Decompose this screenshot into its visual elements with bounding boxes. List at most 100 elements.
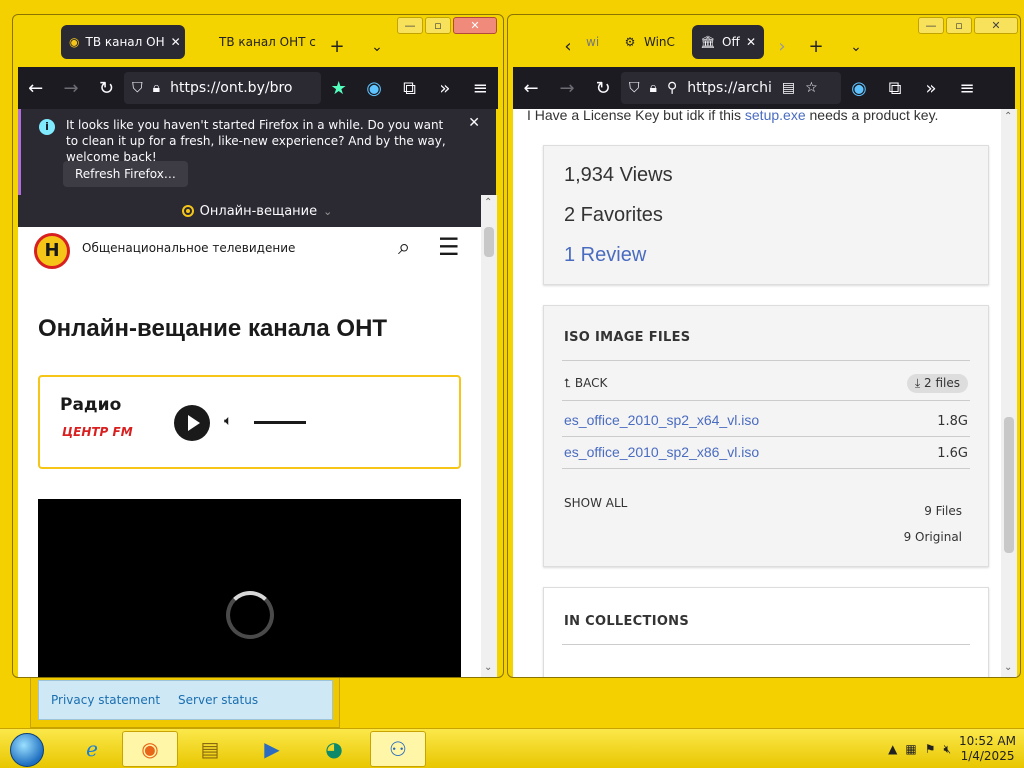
original-files-link[interactable]: 9 Original xyxy=(904,530,962,544)
extensions-icon[interactable]: ⧉ xyxy=(392,78,427,99)
file-explorer-icon[interactable]: ▤ xyxy=(182,731,238,767)
tab-scroll-right-icon[interactable]: › xyxy=(770,37,794,57)
tab-label: ТВ канал ОН xyxy=(85,35,165,49)
extensions-icon[interactable]: ⧉ xyxy=(877,78,913,99)
firefox-icon[interactable]: ◉ xyxy=(122,731,178,767)
overflow-chevron-icon[interactable]: » xyxy=(913,78,949,99)
start-button[interactable] xyxy=(2,730,52,768)
tab-list-chevron-icon[interactable]: ⌄ xyxy=(365,37,389,57)
url-bar[interactable]: ⛉ 🔒︎ ⚲ https://archi ▤ ☆ xyxy=(621,72,841,104)
forward-icon[interactable]: → xyxy=(53,78,88,99)
privacy-statement-link[interactable]: Privacy statement xyxy=(51,693,160,707)
account-icon[interactable]: ◉ xyxy=(356,78,391,99)
file-link-x64[interactable]: es_office_2010_sp2_x64_vl.iso xyxy=(564,412,759,428)
divider xyxy=(562,436,970,437)
background-footer: Privacy statement Server status xyxy=(38,680,333,720)
bookmark-star-icon[interactable]: ★ xyxy=(321,78,356,99)
new-tab-icon[interactable]: + xyxy=(325,37,349,57)
left-scrollbar[interactable]: ⌃ ⌄ xyxy=(481,195,497,677)
shield-icon[interactable]: ⛉ xyxy=(629,80,640,96)
scroll-down-icon[interactable]: ⌄ xyxy=(1004,662,1012,673)
reload-icon[interactable]: ↻ xyxy=(585,78,621,99)
internet-explorer-icon[interactable]: ℯ xyxy=(64,731,120,767)
reload-icon[interactable]: ↻ xyxy=(89,78,124,99)
files-badge[interactable]: ⤓ 2 files xyxy=(906,374,968,393)
video-player[interactable] xyxy=(38,499,461,677)
server-status-link[interactable]: Server status xyxy=(178,693,258,707)
media-player-icon[interactable]: ▶ xyxy=(244,731,300,767)
tab-list-chevron-icon[interactable]: ⌄ xyxy=(844,37,868,57)
minimize-button[interactable]: — xyxy=(397,17,423,34)
close-tab-icon[interactable]: ✕ xyxy=(171,35,181,49)
back-arrow-icon: ⮤ xyxy=(564,376,572,390)
play-button[interactable] xyxy=(174,405,210,441)
close-window-button[interactable]: ✕ xyxy=(453,17,497,34)
scroll-thumb[interactable] xyxy=(1004,417,1014,553)
site-name: Общенациональное телевидение xyxy=(82,241,296,255)
volume-muted-icon[interactable]: 🔇︎ xyxy=(943,742,951,757)
bookmark-star-icon[interactable]: ☆ xyxy=(805,80,818,96)
hamburger-menu-icon[interactable]: ☰ xyxy=(438,233,460,261)
tab-scroll-left-icon[interactable]: ‹ xyxy=(556,37,580,57)
windows-logo-icon xyxy=(10,733,44,767)
back-label: BACK xyxy=(574,376,608,390)
right-scrollbar[interactable]: ⌃ ⌄ xyxy=(1001,109,1017,677)
maximize-button[interactable]: ▫ xyxy=(425,17,451,34)
tab-ont-second[interactable]: ТВ канал ОНТ с xyxy=(211,25,323,59)
scroll-up-icon[interactable]: ⌃ xyxy=(1004,111,1012,122)
chat-app-icon[interactable]: ◕ xyxy=(306,731,362,767)
scroll-up-icon[interactable]: ⌃ xyxy=(484,197,492,208)
volume-icon[interactable]: 🔈︎ xyxy=(224,413,232,429)
tab-wi[interactable]: wi xyxy=(578,25,608,59)
archive-icon: 🏛︎ xyxy=(700,35,716,49)
reader-view-icon[interactable]: ▤ xyxy=(782,80,795,96)
back-icon[interactable]: ← xyxy=(513,78,549,99)
window-caption-buttons: — ▫ ✕ xyxy=(918,17,1018,35)
ont-logo[interactable]: Н xyxy=(34,233,70,269)
show-hidden-icons[interactable]: ▲ xyxy=(888,742,897,756)
views-count: 1,934 Views xyxy=(564,164,673,186)
scroll-down-icon[interactable]: ⌄ xyxy=(484,662,492,673)
refresh-firefox-button[interactable]: Refresh Firefox… xyxy=(63,161,188,187)
broadcast-menu[interactable]: Онлайн-вещание ⌄ xyxy=(18,195,496,227)
network-tray-icon[interactable]: ▦ xyxy=(905,742,916,756)
clock-time: 10:52 AM xyxy=(959,734,1016,748)
menu-icon[interactable]: ≡ xyxy=(949,78,985,99)
ont-page: Н Общенациональное телевидение ⌕ ☰ Онлай… xyxy=(18,227,481,677)
collections-title: IN COLLECTIONS xyxy=(564,614,690,629)
permissions-icon[interactable]: ⚲ xyxy=(667,80,677,96)
shield-icon[interactable]: ⛉ xyxy=(132,80,143,96)
files-badge-label: 2 files xyxy=(924,376,960,390)
overflow-chevron-icon[interactable]: » xyxy=(427,78,462,99)
minimize-button[interactable]: — xyxy=(918,17,944,34)
reviews-link[interactable]: 1 Review xyxy=(564,244,646,267)
total-files-link[interactable]: 9 Files xyxy=(924,504,962,518)
forward-icon[interactable]: → xyxy=(549,78,585,99)
maximize-button[interactable]: ▫ xyxy=(946,17,972,34)
file-link-x86[interactable]: es_office_2010_sp2_x86_vl.iso xyxy=(564,444,759,460)
scroll-thumb[interactable] xyxy=(484,227,494,257)
nav-toolbar: ← → ↻ ⛉ 🔒︎ https://ont.by/bro ★ ◉ ⧉ » ≡ xyxy=(18,67,498,109)
setup-exe-link[interactable]: setup.exe xyxy=(745,109,806,123)
gear-icon: ⚙ xyxy=(624,35,636,49)
close-tab-icon[interactable]: ✕ xyxy=(746,35,756,49)
url-bar[interactable]: ⛉ 🔒︎ https://ont.by/bro xyxy=(124,72,322,104)
back-icon[interactable]: ← xyxy=(18,78,53,99)
account-icon[interactable]: ◉ xyxy=(841,78,877,99)
search-icon[interactable]: ⌕ xyxy=(398,235,410,260)
show-all-link[interactable]: SHOW ALL xyxy=(564,496,627,510)
tab-label: Off xyxy=(722,35,740,49)
new-tab-icon[interactable]: + xyxy=(804,37,828,57)
action-center-flag-icon[interactable]: ⚑ xyxy=(925,742,936,756)
tab-winc[interactable]: ⚙ WinC xyxy=(614,25,690,59)
volume-slider[interactable] xyxy=(254,421,306,424)
tab-archive-active[interactable]: 🏛︎ Off ✕ xyxy=(692,25,764,59)
back-link[interactable]: ⮤ BACK xyxy=(564,376,607,391)
close-notification-icon[interactable]: ✕ xyxy=(468,115,480,131)
close-window-button[interactable]: ✕ xyxy=(974,17,1018,34)
tab-ont-active[interactable]: ◉ ТВ канал ОН ✕ xyxy=(61,25,185,59)
menu-icon[interactable]: ≡ xyxy=(463,78,498,99)
network-users-icon[interactable]: ⚇ xyxy=(370,731,426,767)
clock[interactable]: 10:52 AM 1/4/2025 xyxy=(959,734,1016,764)
file-size-x86: 1.6G xyxy=(937,446,968,461)
